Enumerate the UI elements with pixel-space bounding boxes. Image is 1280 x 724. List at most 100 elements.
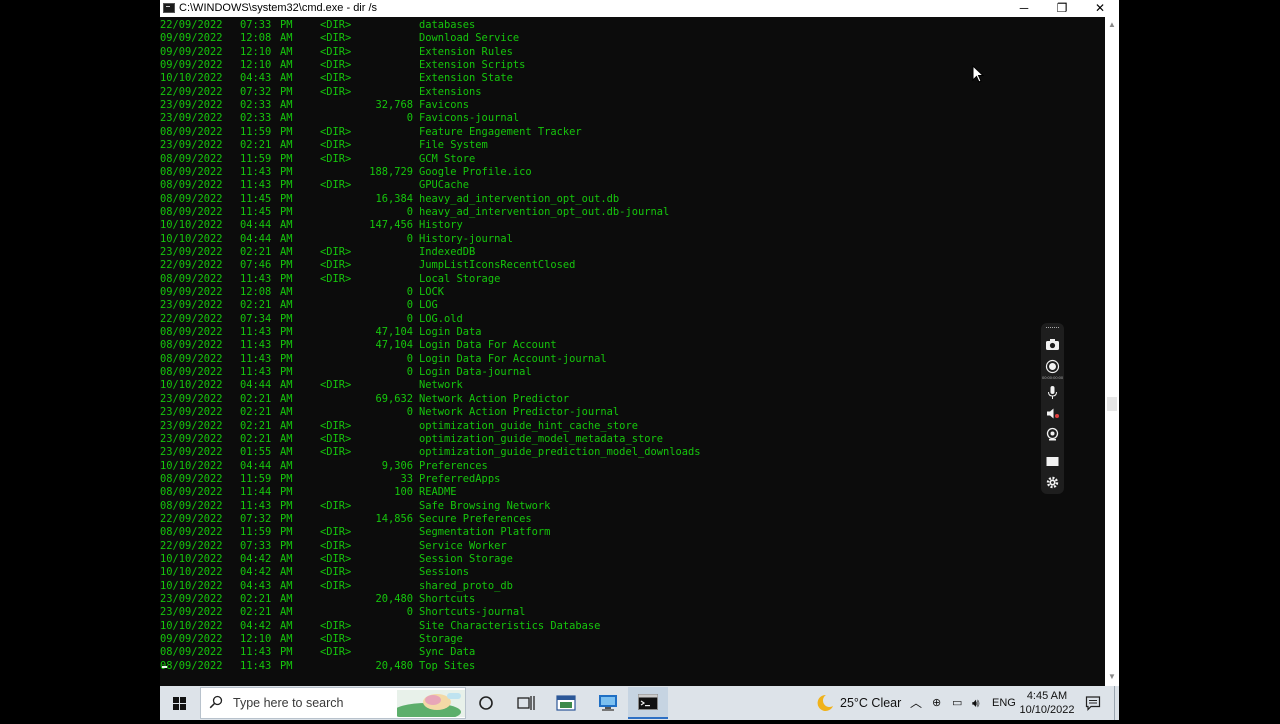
listing-ampm: AM	[280, 112, 293, 125]
speaker-icon[interactable]	[1045, 406, 1060, 421]
listing-date: 22/09/2022	[160, 19, 223, 31]
taskbar-app-remote-desktop[interactable]	[588, 687, 628, 719]
listing-name: optimization_guide_hint_cache_store	[419, 419, 638, 432]
listing-time: 11:43	[240, 659, 272, 672]
network-icon[interactable]: ▭	[952, 686, 962, 720]
listing-ampm: PM	[280, 339, 293, 352]
start-button[interactable]	[160, 686, 198, 720]
listing-ampm: AM	[280, 245, 293, 258]
listing-size: 47,104	[375, 339, 413, 352]
maximize-button[interactable]: ❐	[1043, 0, 1081, 17]
listing-size: 16,384	[375, 192, 413, 205]
listing-size: 47,104	[375, 326, 413, 339]
listing-time: 07:32	[240, 512, 272, 525]
meet-now-icon[interactable]: ⊕	[932, 686, 941, 720]
moon-icon[interactable]	[814, 694, 834, 712]
show-hidden-icons-chevron-icon[interactable]: ︿	[910, 686, 922, 720]
volume-icon[interactable]: 🔊︎	[972, 686, 980, 720]
listing-time: 11:59	[240, 526, 272, 539]
listing-name: LOCK	[419, 286, 445, 298]
close-button[interactable]: ✕	[1081, 0, 1119, 17]
listing-name: heavy_ad_intervention_opt_out.db-journal	[419, 205, 670, 218]
notifications-icon[interactable]	[1085, 695, 1101, 711]
listing-date: 08/09/2022	[160, 499, 223, 512]
listing-ampm: AM	[280, 45, 293, 58]
cmd-window: C:\WINDOWS\system32\cmd.exe - dir /s ─ ❐…	[160, 0, 1119, 686]
listing-date: 23/09/2022	[160, 593, 223, 606]
listing-dir-marker: <DIR>	[320, 419, 352, 432]
listing-name: History	[419, 219, 463, 232]
listing-ampm: AM	[280, 593, 293, 606]
scrollbar-thumb[interactable]	[1107, 397, 1117, 411]
system-clock[interactable]: 4:45 AM 10/10/2022	[1018, 689, 1076, 717]
scroll-up-icon[interactable]: ▲	[1108, 20, 1116, 29]
settings-icon[interactable]	[1045, 475, 1060, 490]
listing-time: 11:43	[240, 272, 272, 285]
listing-ampm: PM	[280, 486, 293, 499]
listing-ampm: AM	[280, 459, 293, 472]
show-desktop-button[interactable]	[1114, 686, 1120, 720]
screen-icon[interactable]	[1045, 454, 1060, 469]
record-icon[interactable]	[1045, 359, 1060, 374]
listing-name: History-journal	[419, 232, 513, 245]
listing-date: 22/09/2022	[160, 85, 223, 98]
listing-ampm: AM	[280, 392, 293, 405]
scroll-down-icon[interactable]: ▼	[1108, 672, 1116, 681]
listing-dir-marker: <DIR>	[320, 499, 352, 512]
listing-dir-marker: <DIR>	[320, 152, 352, 165]
listing-time: 02:21	[240, 406, 272, 419]
taskbar-app-command-prompt[interactable]	[628, 687, 668, 719]
listing-time: 12:08	[240, 32, 272, 45]
mouse-pointer-icon	[972, 65, 984, 83]
language-indicator[interactable]: ENG	[992, 686, 1016, 720]
listing-time: 11:43	[240, 165, 272, 178]
listing-name: LOG.old	[419, 312, 463, 325]
listing-ampm: PM	[280, 472, 293, 485]
listing-time: 11:59	[240, 152, 272, 165]
listing-name: File System	[419, 139, 488, 152]
camera-icon[interactable]	[1045, 337, 1060, 352]
listing-ampm: AM	[280, 32, 293, 45]
grip-icon[interactable]	[1046, 327, 1059, 331]
minimize-button[interactable]: ─	[1005, 0, 1043, 17]
listing-time: 11:43	[240, 366, 272, 379]
listing-ampm: AM	[280, 419, 293, 432]
listing-date: 08/09/2022	[160, 352, 223, 365]
listing-time: 11:59	[240, 472, 272, 485]
listing-dir-marker: <DIR>	[320, 125, 352, 138]
console-output[interactable]: 22/09/2022 07:33 PM <DIR> databases 09/09/202…	[160, 17, 1105, 686]
weather-widget[interactable]: 25°C Clear	[840, 686, 901, 720]
weather-condition: Clear	[871, 696, 902, 710]
listing-ampm: AM	[280, 553, 293, 565]
vertical-scrollbar[interactable]: ▲ ▼	[1105, 17, 1119, 686]
listing-name: Extensions	[419, 85, 482, 98]
title-bar[interactable]: C:\WINDOWS\system32\cmd.exe - dir /s ─ ❐…	[160, 0, 1119, 17]
listing-name: Network Action Predictor-journal	[419, 406, 620, 419]
listing-date: 08/09/2022	[160, 272, 223, 285]
listing-dir-marker: <DIR>	[320, 272, 352, 285]
cortana-button[interactable]	[466, 687, 506, 719]
window-title: C:\WINDOWS\system32\cmd.exe - dir /s	[179, 2, 378, 14]
listing-time: 04:44	[240, 379, 272, 392]
taskbar-app-file-explorer[interactable]	[546, 687, 586, 719]
listing-time: 02:21	[240, 392, 272, 405]
listing-time: 11:43	[240, 339, 272, 352]
taskbar-search-box[interactable]: Type here to search	[200, 687, 466, 719]
listing-date: 22/09/2022	[160, 512, 223, 525]
listing-dir-marker: <DIR>	[320, 646, 352, 659]
listing-dir-marker: <DIR>	[320, 539, 352, 552]
listing-name: heavy_ad_intervention_opt_out.db	[419, 192, 620, 205]
listing-time: 04:43	[240, 579, 272, 592]
microphone-icon[interactable]	[1045, 385, 1060, 400]
listing-name: Login Data-journal	[419, 366, 532, 379]
listing-size: 0	[406, 286, 413, 298]
listing-size: 0	[406, 112, 413, 125]
listing-time: 07:34	[240, 312, 272, 325]
listing-size: 20,480	[375, 593, 413, 606]
listing-date: 08/09/2022	[160, 339, 223, 352]
listing-dir-marker: <DIR>	[320, 446, 352, 459]
search-placeholder: Type here to search	[233, 696, 344, 710]
listing-date: 10/10/2022	[160, 379, 223, 392]
webcam-icon[interactable]	[1045, 427, 1060, 442]
task-view-button[interactable]	[506, 687, 546, 719]
